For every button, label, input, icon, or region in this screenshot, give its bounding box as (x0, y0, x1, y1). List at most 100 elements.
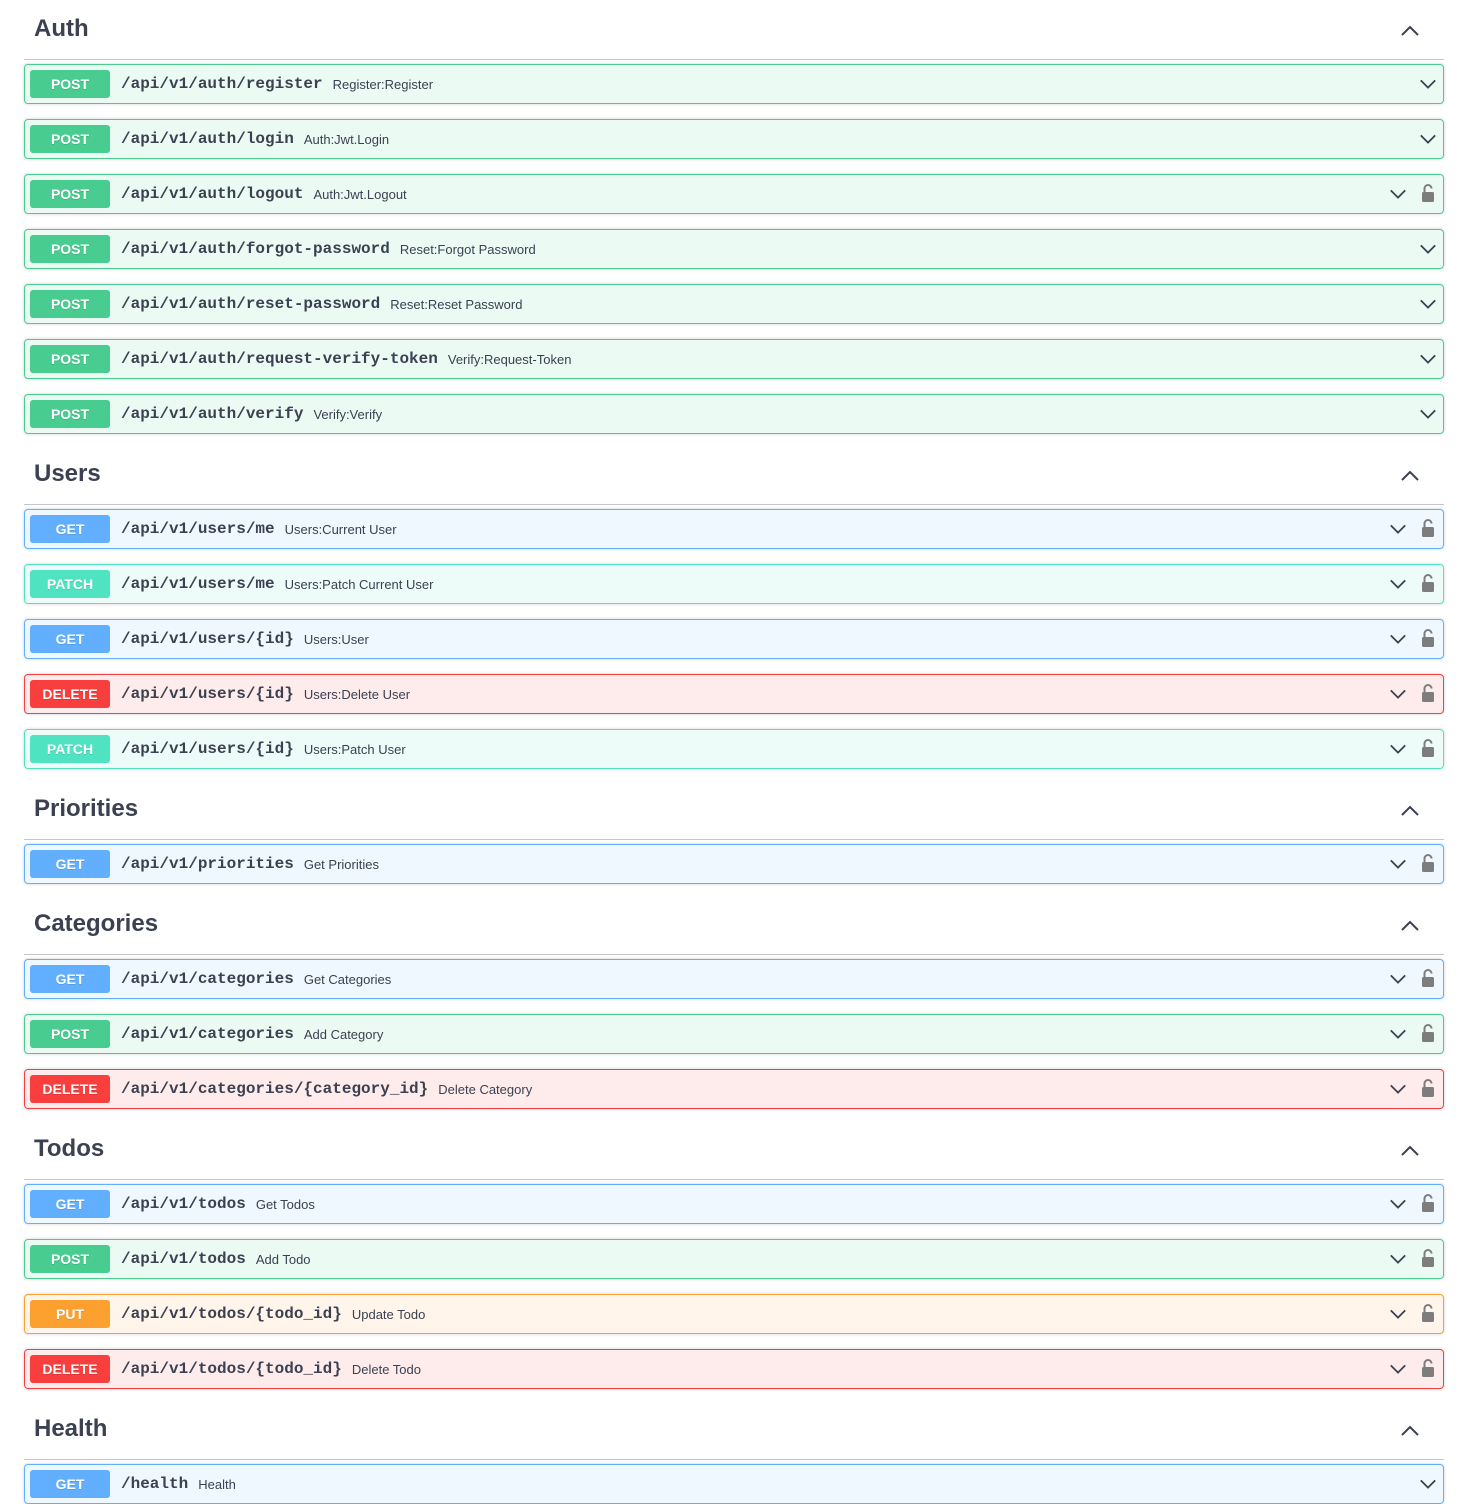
lock-icon[interactable] (1421, 1358, 1435, 1378)
chevron-down-icon[interactable] (1419, 407, 1437, 421)
operation-summary-line: /api/v1/auth/forgot-password Reset:Forgot… (121, 230, 536, 268)
operation-post-api-v1-auth-logout[interactable]: POST/api/v1/auth/logout Auth:Jwt.Logout (24, 174, 1444, 214)
lock-icon[interactable] (1421, 1303, 1435, 1323)
operation-get-api-v1-categories[interactable]: GET/api/v1/categories Get Categories (24, 959, 1444, 999)
chevron-down-icon[interactable] (1419, 77, 1437, 91)
chevron-down-icon[interactable] (1389, 972, 1407, 986)
endpoint-summary: Get Categories (303, 971, 392, 987)
operation-post-api-v1-categories[interactable]: POST/api/v1/categories Add Category (24, 1014, 1444, 1054)
endpoint-path: /api/v1/auth/verify (121, 405, 304, 423)
lock-icon[interactable] (1421, 183, 1435, 203)
operation-patch-api-v1-users-me[interactable]: PATCH/api/v1/users/me Users:Patch Current… (24, 564, 1444, 604)
operation-get-api-v1-users-me[interactable]: GET/api/v1/users/me Users:Current User (24, 509, 1444, 549)
operation-get-api-v1-users-id[interactable]: GET/api/v1/users/{id} Users:User (24, 619, 1444, 659)
chevron-down-icon[interactable] (1389, 632, 1407, 646)
lock-icon[interactable] (1421, 738, 1435, 758)
chevron-up-icon[interactable] (1400, 1144, 1420, 1158)
endpoint-path: /api/v1/users/{id} (121, 630, 294, 648)
chevron-down-icon[interactable] (1419, 132, 1437, 146)
operation-put-api-v1-todos-todo-id[interactable]: PUT/api/v1/todos/{todo_id} Update Todo (24, 1294, 1444, 1334)
operation-post-api-v1-auth-forgot-password[interactable]: POST/api/v1/auth/forgot-password Reset:Fo… (24, 229, 1444, 269)
operation-post-api-v1-todos[interactable]: POST/api/v1/todos Add Todo (24, 1239, 1444, 1279)
chevron-up-icon[interactable] (1400, 24, 1420, 38)
endpoint-path: /api/v1/todos (121, 1250, 246, 1268)
operation-get-api-v1-todos[interactable]: GET/api/v1/todos Get Todos (24, 1184, 1444, 1224)
chevron-down-icon[interactable] (1389, 1362, 1407, 1376)
chevron-down-icon[interactable] (1419, 1477, 1437, 1491)
operation-summary-line: /api/v1/todos Add Todo (121, 1240, 311, 1278)
method-badge: POST (30, 125, 110, 153)
lock-icon[interactable] (1421, 968, 1435, 988)
chevron-down-icon[interactable] (1389, 687, 1407, 701)
lock-icon[interactable] (1421, 573, 1435, 593)
section-header-health[interactable]: Health (24, 1402, 1444, 1460)
operation-summary-line: /api/v1/users/{id} Users:Delete User (121, 675, 410, 713)
operation-summary-line: /api/v1/categories Get Categories (121, 960, 391, 998)
chevron-down-icon[interactable] (1389, 1197, 1407, 1211)
section-header-auth[interactable]: Auth (24, 2, 1444, 60)
chevron-up-icon[interactable] (1400, 469, 1420, 483)
endpoint-summary: Reset:Forgot Password (399, 241, 536, 257)
chevron-down-icon[interactable] (1419, 352, 1437, 366)
operation-post-api-v1-auth-register[interactable]: POST/api/v1/auth/register Register:Regist… (24, 64, 1444, 104)
chevron-down-icon[interactable] (1389, 577, 1407, 591)
section-header-todos[interactable]: Todos (24, 1122, 1444, 1180)
endpoint-summary: Health (198, 1476, 236, 1492)
method-badge: PATCH (30, 735, 110, 763)
chevron-down-icon[interactable] (1389, 742, 1407, 756)
endpoint-summary: Users:Patch Current User (284, 576, 434, 592)
operation-delete-api-v1-users-id[interactable]: DELETE/api/v1/users/{id} Users:Delete Use… (24, 674, 1444, 714)
chevron-down-icon[interactable] (1419, 242, 1437, 256)
endpoint-summary: Verify:Verify (313, 406, 383, 422)
operation-summary-line: /api/v1/todos/{todo_id} Update Todo (121, 1295, 425, 1333)
lock-icon[interactable] (1421, 518, 1435, 538)
section-header-priorities[interactable]: Priorities (24, 782, 1444, 840)
operation-post-api-v1-auth-login[interactable]: POST/api/v1/auth/login Auth:Jwt.Login (24, 119, 1444, 159)
operation-summary-line: /api/v1/categories/{category_id} Delete C… (121, 1070, 532, 1108)
lock-icon[interactable] (1421, 683, 1435, 703)
chevron-down-icon[interactable] (1419, 297, 1437, 311)
lock-icon[interactable] (1421, 853, 1435, 873)
operation-post-api-v1-auth-verify[interactable]: POST/api/v1/auth/verify Verify:Verify (24, 394, 1444, 434)
operation-post-api-v1-auth-request-verify-token[interactable]: POST/api/v1/auth/request-verify-token Ver… (24, 339, 1444, 379)
chevron-down-icon[interactable] (1389, 187, 1407, 201)
chevron-down-icon[interactable] (1389, 1252, 1407, 1266)
operation-delete-api-v1-categories-category-id[interactable]: DELETE/api/v1/categories/{category_id} De… (24, 1069, 1444, 1109)
chevron-down-icon[interactable] (1389, 1082, 1407, 1096)
lock-icon[interactable] (1421, 1078, 1435, 1098)
operation-delete-api-v1-todos-todo-id[interactable]: DELETE/api/v1/todos/{todo_id} Delete Todo (24, 1349, 1444, 1389)
endpoint-path: /api/v1/categories/{category_id} (121, 1080, 429, 1098)
operation-get-api-v1-priorities[interactable]: GET/api/v1/priorities Get Priorities (24, 844, 1444, 884)
endpoint-path: /api/v1/users/me (121, 520, 275, 538)
lock-icon[interactable] (1421, 628, 1435, 648)
endpoint-summary: Add Todo (255, 1251, 311, 1267)
method-badge: GET (30, 965, 110, 993)
lock-icon[interactable] (1421, 1193, 1435, 1213)
operation-summary-line: /api/v1/users/me Users:Current User (121, 510, 397, 548)
operation-get-health[interactable]: GET/health Health (24, 1464, 1444, 1504)
section-title: Health (34, 1415, 108, 1442)
section-header-users[interactable]: Users (24, 447, 1444, 505)
method-badge: POST (30, 180, 110, 208)
section-title: Users (34, 460, 101, 487)
operation-summary-line: /api/v1/auth/register Register:Register (121, 65, 433, 103)
lock-icon[interactable] (1421, 1023, 1435, 1043)
method-badge: GET (30, 515, 110, 543)
method-badge: POST (30, 70, 110, 98)
operation-post-api-v1-auth-reset-password[interactable]: POST/api/v1/auth/reset-password Reset:Res… (24, 284, 1444, 324)
chevron-up-icon[interactable] (1400, 1424, 1420, 1438)
endpoint-summary: Reset:Reset Password (390, 296, 523, 312)
operation-patch-api-v1-users-id[interactable]: PATCH/api/v1/users/{id} Users:Patch User (24, 729, 1444, 769)
method-badge: POST (30, 345, 110, 373)
operation-summary-line: /api/v1/categories Add Category (121, 1015, 383, 1053)
chevron-down-icon[interactable] (1389, 1027, 1407, 1041)
chevron-down-icon[interactable] (1389, 1307, 1407, 1321)
endpoint-summary: Add Category (303, 1026, 384, 1042)
chevron-down-icon[interactable] (1389, 522, 1407, 536)
chevron-up-icon[interactable] (1400, 804, 1420, 818)
chevron-down-icon[interactable] (1389, 857, 1407, 871)
chevron-up-icon[interactable] (1400, 919, 1420, 933)
endpoint-path: /health (121, 1475, 189, 1493)
lock-icon[interactable] (1421, 1248, 1435, 1268)
section-header-categories[interactable]: Categories (24, 897, 1444, 955)
